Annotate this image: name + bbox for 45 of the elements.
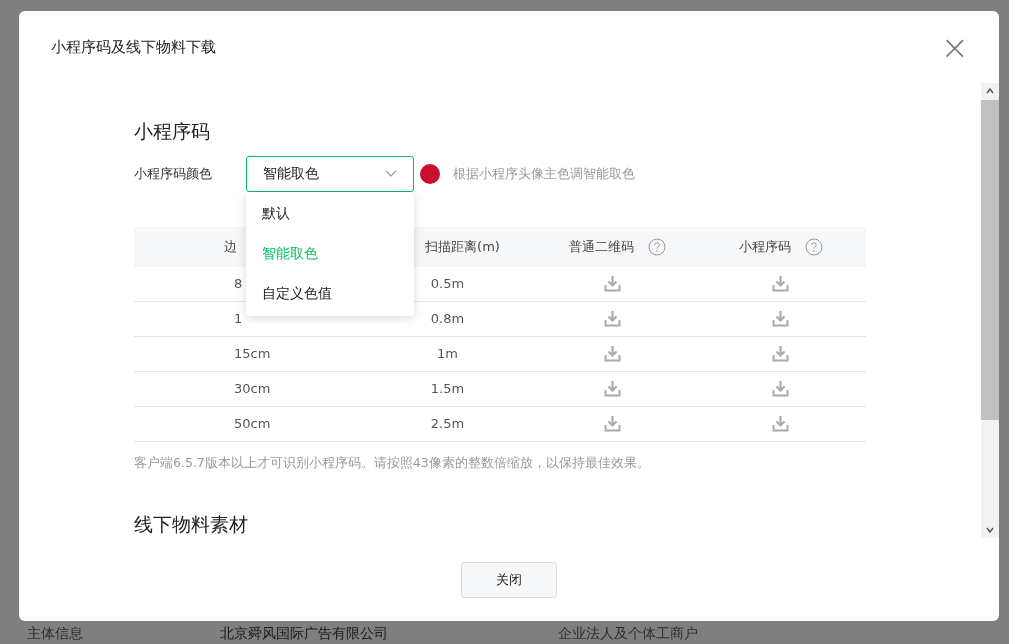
download-icon[interactable] xyxy=(772,310,789,327)
scrollbar-thumb[interactable] xyxy=(981,100,999,420)
download-icon[interactable] xyxy=(604,275,621,292)
background-text: 北京舜风国际广告有限公司 xyxy=(220,623,388,643)
dropdown-option[interactable]: 自定义色值 xyxy=(246,273,414,314)
download-icon[interactable] xyxy=(772,380,789,397)
help-icon[interactable] xyxy=(804,237,823,256)
note-text: 客户端6.5.7版本以上才可识别小程序码。请按照43像素的整数倍缩放，以保持最佳效果。 xyxy=(134,453,651,472)
dropdown-option[interactable]: 默认 xyxy=(246,193,414,234)
section-heading: 线下物料素材 xyxy=(134,512,249,538)
table-cell-text: 1.5m xyxy=(430,379,465,398)
download-icon[interactable] xyxy=(772,415,789,432)
download-icon[interactable] xyxy=(772,345,789,362)
download-icon[interactable] xyxy=(604,345,621,362)
table-cell-text: 8 xyxy=(234,274,243,293)
column-header: 边 xyxy=(224,237,237,256)
section-heading: 小程序码 xyxy=(134,119,211,144)
table-cell-text: 1m xyxy=(437,344,458,363)
scroll-up-icon[interactable] xyxy=(986,87,994,95)
chevron-down-icon xyxy=(385,169,397,178)
download-icon[interactable] xyxy=(772,275,789,292)
field-label: 小程序码颜色 xyxy=(134,164,213,183)
help-icon[interactable] xyxy=(648,237,666,256)
scroll-down-icon[interactable] xyxy=(986,526,994,534)
close-button[interactable]: 关闭 xyxy=(461,562,557,598)
table-cell-text: 30cm xyxy=(234,379,271,398)
table-cell-text: 0.5m xyxy=(430,274,465,293)
color-select[interactable]: 智能取色 xyxy=(246,155,414,192)
background-text: 主体信息 xyxy=(27,623,83,643)
table-cell-text: 2.5m xyxy=(430,414,465,433)
download-icon[interactable] xyxy=(604,415,621,432)
table-cell-text: 15cm xyxy=(234,344,271,363)
column-header: 普通二维码 xyxy=(569,237,634,256)
close-button[interactable]: × xyxy=(940,30,969,64)
hint-text: 根据小程序头像主色调智能取色 xyxy=(453,164,635,183)
column-header: 小程序码 xyxy=(738,237,791,256)
table-cell-text: 50cm xyxy=(234,414,271,433)
dialog-title: 小程序码及线下物料下载 xyxy=(51,36,216,58)
download-icon[interactable] xyxy=(604,380,621,397)
table-cell-text: 0.8m xyxy=(430,309,465,328)
column-header: 扫描距离(m) xyxy=(425,237,500,256)
download-icon[interactable] xyxy=(604,310,621,327)
table-cell-text: 1 xyxy=(234,309,243,328)
background-text: 企业法人及个体工商户 xyxy=(558,623,698,643)
scrollbar[interactable] xyxy=(981,83,999,538)
